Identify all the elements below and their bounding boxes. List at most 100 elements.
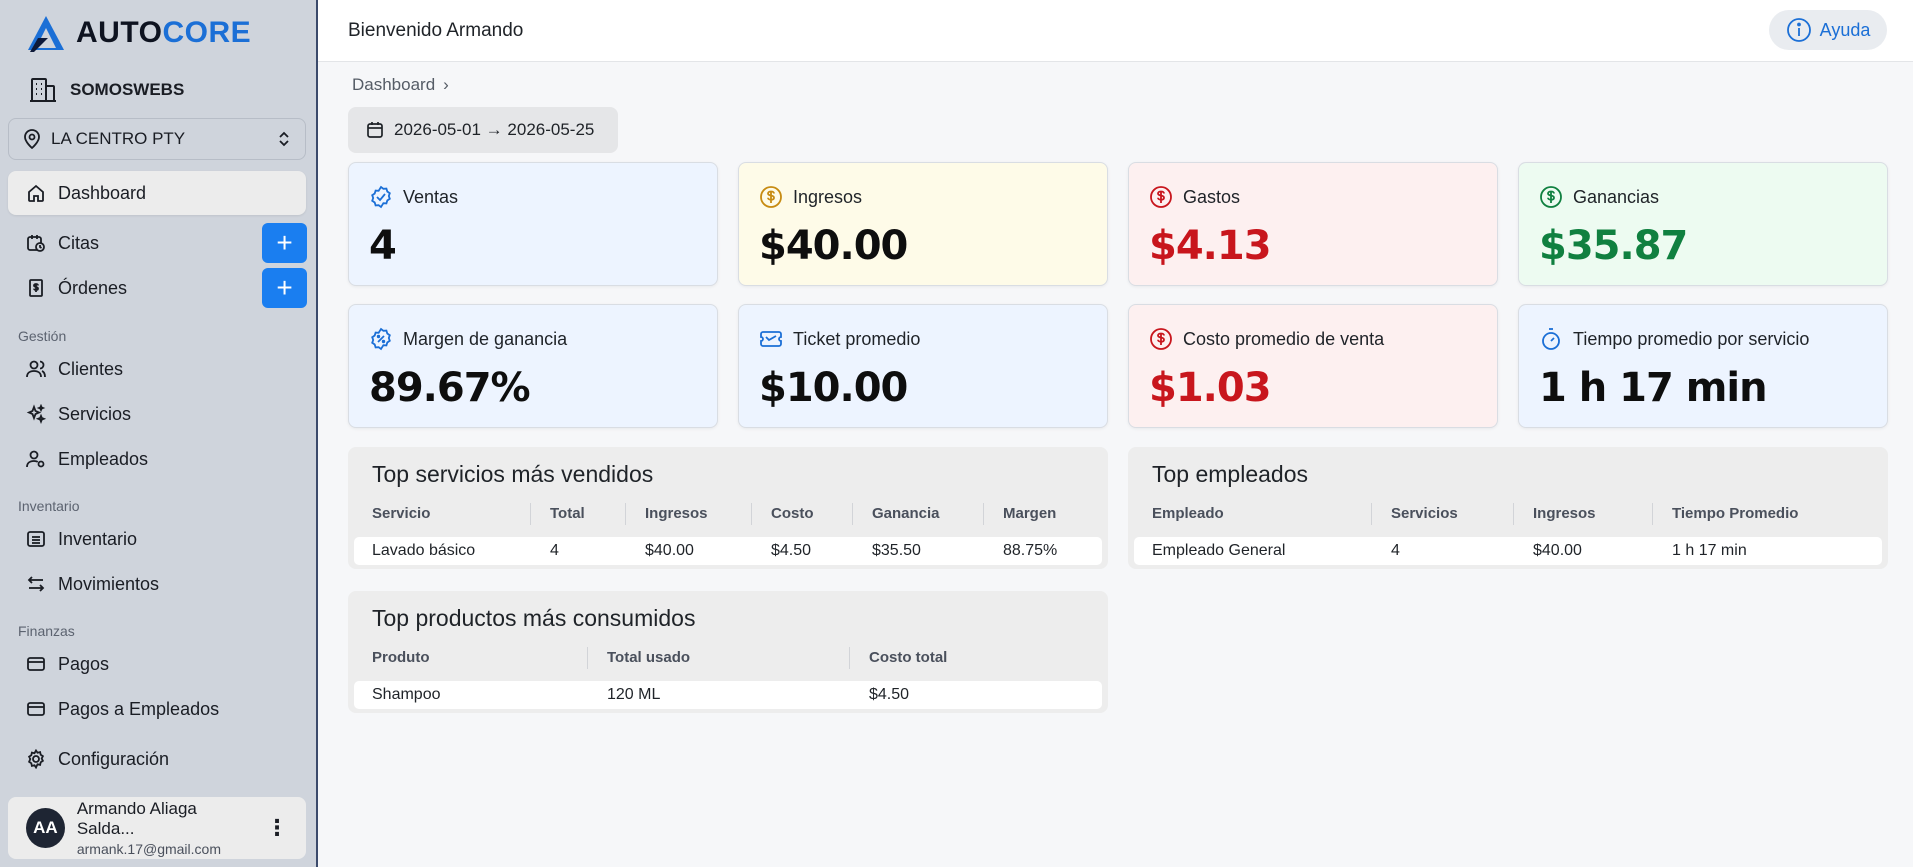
plus-icon: + [276, 227, 293, 258]
table-cell: $4.50 [771, 542, 812, 559]
column-header: Ingresos [1533, 505, 1596, 522]
table-cell: Shampoo [372, 686, 441, 703]
kpi-gastos: Gastos $4.13 [1128, 162, 1498, 286]
sidebar-item-empleados[interactable]: Empleados [8, 437, 306, 481]
date-range-picker[interactable]: 2026-05-01 → 2026-05-25 [348, 107, 618, 153]
chevron-right-icon: › [443, 75, 449, 94]
user-menu[interactable]: AA Armando Aliaga Salda... armank.17@gma… [8, 797, 306, 859]
table-row[interactable]: Lavado básico 4 $40.00 $4.50 $35.50 88.7… [354, 537, 1102, 565]
sidebar-item-label: Pagos [58, 653, 110, 674]
kpi-label: Ganancias [1573, 186, 1660, 207]
sidebar-item-label: Citas [58, 232, 100, 253]
organization: SOMOSWEBS [28, 76, 184, 104]
brand-logo[interactable]: AUTOCORE [26, 14, 251, 52]
credit-card-icon [27, 702, 45, 716]
sparkles-icon [26, 404, 46, 424]
breadcrumb-dashboard[interactable]: Dashboard [352, 75, 435, 95]
sidebar-item-clientes[interactable]: Clientes [8, 347, 306, 391]
calendar-icon [367, 122, 383, 138]
column-header: Ganancia [872, 505, 940, 522]
brand-part1: AUTO [76, 16, 163, 49]
dollar-circle-icon [1150, 186, 1172, 208]
location-value: LA CENTRO PTY [51, 129, 186, 148]
column-header: Tiempo Promedio [1672, 505, 1799, 522]
table-cell: 88.75% [1003, 542, 1058, 559]
gear-icon [27, 749, 45, 769]
panel-title: Top productos más consumidos [372, 605, 696, 631]
sidebar-item-configuracion[interactable]: Configuración [8, 737, 306, 781]
sidebar-item-dashboard[interactable]: Dashboard [8, 171, 306, 215]
sidebar-item-inventario[interactable]: Inventario [8, 517, 306, 561]
table-cell: 120 ML [607, 686, 661, 703]
brand-name: AUTOCORE [76, 16, 251, 50]
kpi-value: $4.13 [1149, 223, 1272, 269]
user-email: armank.17@gmail.com [76, 841, 221, 857]
sidebar-item-label: Clientes [58, 358, 124, 379]
kpi-label: Margen de ganancia [403, 328, 568, 349]
table-cell: Lavado básico [372, 542, 476, 559]
column-header: Total [550, 505, 585, 522]
plus-icon: + [276, 272, 293, 303]
sidebar-item-label: Movimientos [58, 573, 160, 594]
calendar-clock-icon [27, 235, 45, 252]
add-cita-button[interactable]: + [262, 223, 307, 263]
sidebar-item-label: Configuración [58, 748, 170, 769]
archive-icon [27, 531, 45, 547]
section-finanzas: Finanzas [18, 623, 75, 639]
help-button[interactable]: Ayuda [1769, 10, 1887, 50]
dollar-circle-icon [760, 186, 782, 208]
kpi-label: Ticket promedio [793, 328, 921, 349]
users-icon [26, 360, 46, 378]
sidebar-item-pagos[interactable]: Pagos [8, 642, 306, 686]
sidebar-item-servicios[interactable]: Servicios [8, 392, 306, 436]
more-vertical-icon[interactable]: ⋮ [266, 815, 288, 841]
column-header: Margen [1003, 505, 1057, 522]
sidebar-item-label: Pagos a Empleados [58, 698, 220, 719]
column-header: Ingresos [645, 505, 708, 522]
table-row[interactable]: Shampoo 120 ML $4.50 [354, 681, 1102, 709]
kpi-value: $1.03 [1149, 365, 1272, 411]
kpi-ganancias: Ganancias $35.87 [1518, 162, 1888, 286]
sidebar-item-label: Inventario [58, 528, 138, 549]
info-icon [1786, 18, 1811, 42]
kpi-ingresos: Ingresos $40.00 [738, 162, 1108, 286]
receipt-icon [29, 279, 43, 297]
kpi-value: $40.00 [759, 223, 908, 269]
location-select[interactable]: LA CENTRO PTY [8, 118, 306, 160]
kpi-tiempo: Tiempo promedio por servicio 1 h 17 min [1518, 304, 1888, 428]
kpi-label: Gastos [1183, 186, 1241, 207]
main-content: Bienvenido Armando Ayuda Dashboard › 202… [318, 0, 1913, 867]
section-inventario: Inventario [18, 498, 80, 514]
welcome-text: Bienvenido Armando [348, 19, 524, 41]
kpi-ventas: Ventas 4 [348, 162, 718, 286]
organization-name: SOMOSWEBS [70, 80, 185, 99]
top-productos-panel: Top productos más consumidos Produto Tot… [348, 591, 1108, 713]
kpi-label: Tiempo promedio por servicio [1573, 328, 1810, 349]
sidebar-item-movimientos[interactable]: Movimientos [8, 562, 306, 606]
column-header: Servicio [372, 505, 431, 522]
breadcrumb: Dashboard › [352, 75, 449, 95]
panel-title: Top empleados [1152, 461, 1308, 487]
credit-card-icon [27, 657, 45, 671]
column-header: Costo total [869, 649, 948, 666]
brand-part2: CORE [162, 16, 252, 49]
table-row[interactable]: Empleado General 4 $40.00 1 h 17 min [1134, 537, 1882, 565]
column-header: Servicios [1391, 505, 1458, 522]
add-orden-button[interactable]: + [262, 268, 307, 308]
table-cell: Empleado General [1152, 542, 1286, 559]
kpi-value: 1 h 17 min [1539, 365, 1768, 411]
avatar: AA [26, 808, 65, 848]
arrows-left-right-icon [27, 576, 45, 592]
section-gestion: Gestión [18, 328, 67, 344]
sidebar-item-pagos-empleados[interactable]: Pagos a Empleados [8, 687, 306, 731]
table-cell: $40.00 [645, 542, 694, 559]
column-header: Empleado [1152, 505, 1224, 522]
column-header: Total usado [607, 649, 691, 666]
top-empleados-panel: Top empleados Empleado Servicios Ingreso… [1128, 447, 1888, 569]
date-range-value: 2026-05-01 → 2026-05-25 [394, 120, 595, 139]
ticket-icon [760, 331, 782, 347]
dollar-circle-icon [1150, 328, 1172, 350]
dollar-circle-icon [1540, 186, 1562, 208]
sidebar-item-label: Dashboard [58, 182, 147, 203]
table-cell: $4.50 [869, 686, 910, 703]
